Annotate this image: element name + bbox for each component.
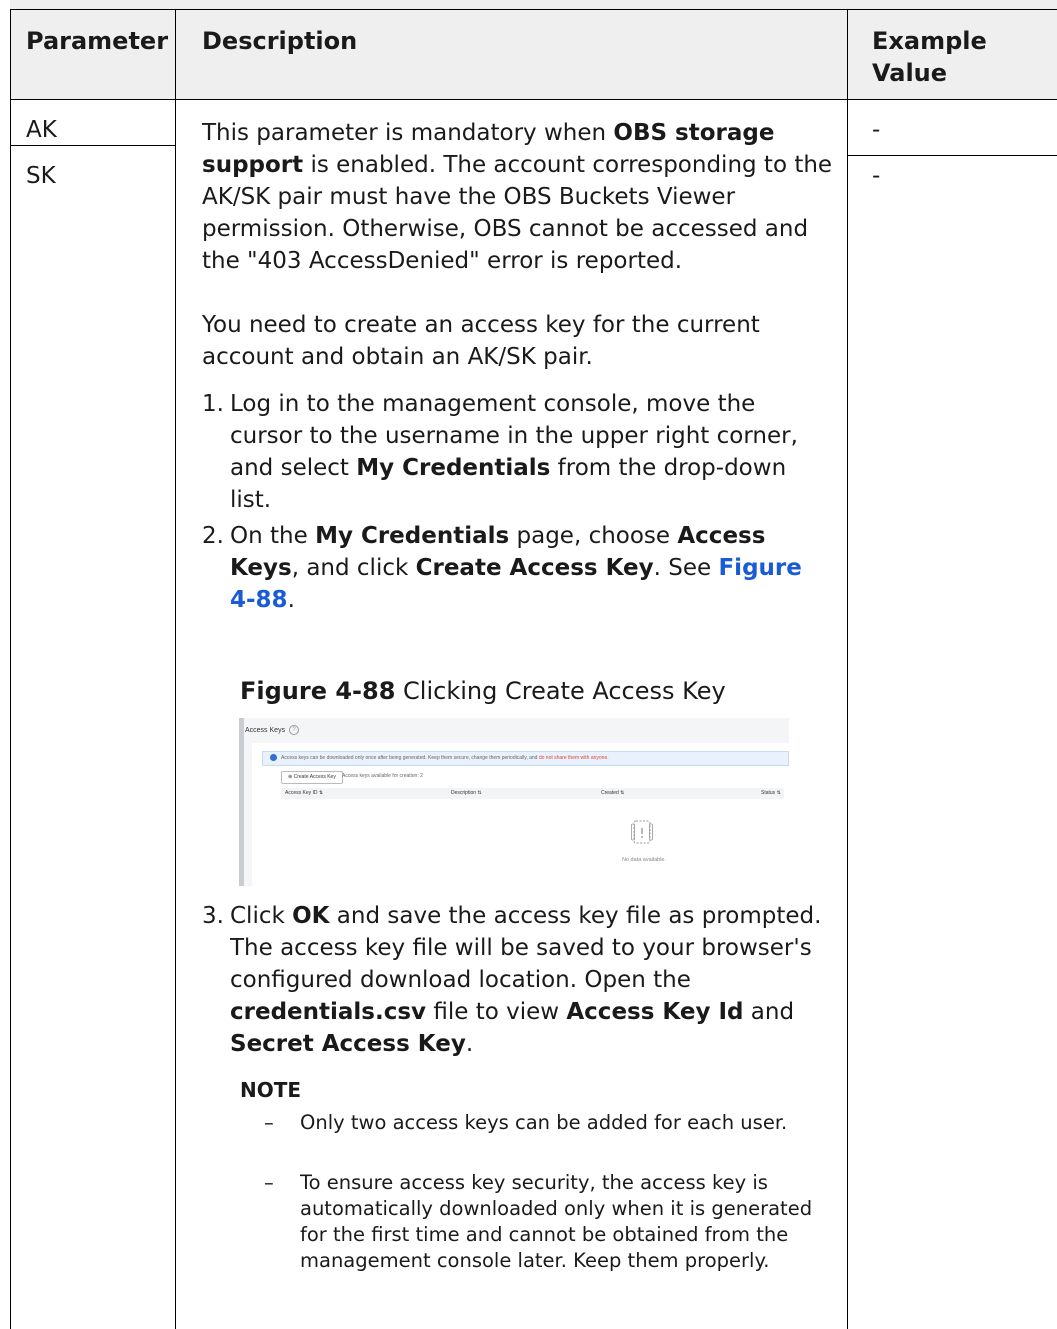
figure-col-created[interactable]: Created ⇅ — [601, 788, 624, 799]
create-access-key-label: Create Access Key — [293, 774, 336, 780]
parameter-table: Parameter Description Example Value AK S… — [0, 0, 1057, 1329]
example-ak: - — [872, 117, 881, 143]
figure-col-description[interactable]: Description ⇅ — [451, 788, 482, 799]
step1-bold: My Credentials — [356, 455, 551, 481]
step-3-text: Click OK and save the access key file as… — [230, 900, 834, 1060]
note-bullet: – — [264, 1111, 274, 1134]
step2-t2: page, choose — [509, 523, 678, 549]
help-icon: ? — [289, 725, 300, 735]
figure-caption-label: Figure 4-88 — [240, 677, 396, 705]
table-border-top — [10, 9, 1057, 10]
note-item-1-text: Only two access keys can be added for ea… — [300, 1111, 788, 1134]
column-divider-1 — [175, 9, 176, 1329]
step2-b3: Create Access Key — [415, 555, 654, 581]
step3-t1: Click — [230, 903, 293, 929]
step3-b1: OK — [292, 903, 330, 929]
figure-col-access-key-id[interactable]: Access Key ID ⇅ — [285, 788, 323, 799]
figure-available-count: Access keys available for creation: 2 — [342, 773, 423, 779]
note-title: NOTE — [240, 1078, 302, 1102]
column-divider-2 — [847, 9, 848, 1329]
figure-caption: Figure 4-88 Clicking Create Access Key — [240, 675, 726, 707]
step-1-number: 1. — [202, 391, 224, 417]
step-2-number: 2. — [202, 523, 224, 549]
param-ak: AK — [26, 117, 57, 143]
step2-t4: . See — [653, 555, 719, 581]
info-icon — [270, 754, 277, 762]
step2-t5: . — [287, 587, 295, 613]
step-3-number: 3. — [202, 903, 224, 929]
step-2-text: On the My Credentials page, choose Acces… — [230, 520, 834, 616]
figure-info-banner: Access keys can be downloaded only once … — [262, 751, 789, 766]
figure-panel: Access keys can be downloaded only once … — [252, 743, 789, 886]
figure-info-text: Access keys can be downloaded only once … — [281, 755, 539, 761]
step2-t1: On the — [230, 523, 316, 549]
table-border-left — [10, 9, 11, 1329]
figure-sidebar-strip — [239, 718, 244, 886]
step2-b1: My Credentials — [315, 523, 510, 549]
description-paragraph-1: This parameter is mandatory when OBS sto… — [202, 117, 834, 277]
step2-t3: , and click — [291, 555, 416, 581]
figure-page-title: Access Keys? — [245, 725, 300, 735]
empty-data-icon — [631, 820, 653, 844]
figure-col-status[interactable]: Status ⇅ — [761, 788, 781, 799]
step3-t5: . — [465, 1031, 474, 1057]
figure-caption-text: Clicking Create Access Key — [395, 677, 726, 705]
example-row-divider — [847, 155, 1057, 156]
example-sk: - — [872, 163, 881, 189]
step3-b2: credentials.csv — [230, 999, 427, 1025]
param-sk: SK — [26, 163, 56, 189]
note-item-2-text: To ensure access key security, the acces… — [300, 1171, 813, 1272]
header-example-value: Example Value — [872, 27, 987, 87]
step3-t3: file to view — [426, 999, 567, 1025]
header-parameter: Parameter — [26, 27, 169, 55]
step3-b4: Secret Access Key — [230, 1031, 466, 1057]
create-access-key-button[interactable]: ⊕ Create Access Key — [281, 771, 343, 784]
figure-empty-text: No data available. — [621, 857, 667, 863]
description-paragraph-2: You need to create an access key for the… — [202, 312, 760, 370]
step-1-text: Log in to the management console, move t… — [230, 388, 834, 516]
header-divider — [10, 99, 1057, 100]
step3-t4: and — [743, 999, 795, 1025]
figure-access-keys-screenshot: Access Keys? Access keys can be download… — [239, 718, 789, 886]
note-bullet: – — [264, 1171, 274, 1194]
figure-info-warning: do not share them with anyone. — [538, 755, 609, 761]
header-description: Description — [202, 27, 358, 55]
figure-table-header: Access Key ID ⇅ Description ⇅ Created ⇅ … — [281, 788, 784, 799]
figure-title-text: Access Keys — [245, 726, 286, 734]
para1-text-a: This parameter is mandatory when — [202, 120, 614, 146]
step3-b3: Access Key Id — [566, 999, 744, 1025]
